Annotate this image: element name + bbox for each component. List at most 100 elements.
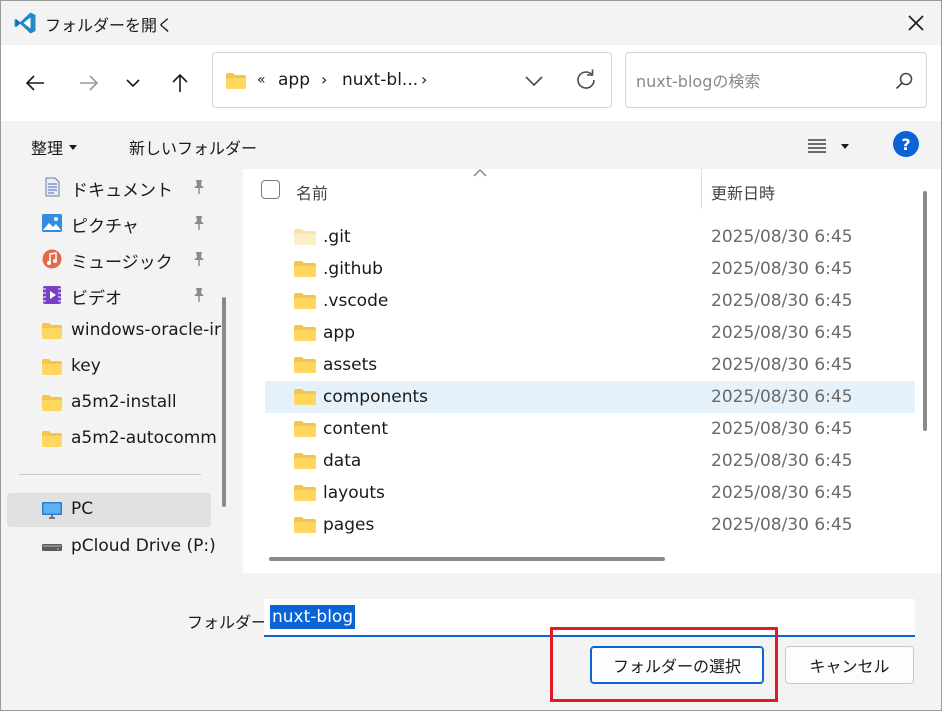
list-view-icon <box>808 139 826 153</box>
folder-icon <box>42 359 62 375</box>
sidebar-item-pcloud-drive[interactable]: pCloud Drive (P:) <box>7 530 216 564</box>
address-bar[interactable]: « app › nuxt-bl... › <box>212 52 612 108</box>
file-date: 2025/08/30 6:45 <box>711 451 853 471</box>
close-button[interactable] <box>891 1 941 45</box>
sidebar-item-a5m2-install[interactable]: a5m2-install <box>7 386 211 420</box>
arrow-up-icon <box>172 73 188 92</box>
sidebar-item-a5m2-autocomm[interactable]: a5m2-autocomm <box>7 422 217 456</box>
file-list-vertical-scrollbar[interactable] <box>923 191 927 431</box>
file-row-data[interactable]: data 2025/08/30 6:45 <box>265 445 915 477</box>
up-button[interactable] <box>160 65 200 101</box>
arrow-left-icon <box>25 75 44 91</box>
file-row-app[interactable]: app 2025/08/30 6:45 <box>265 317 915 349</box>
pictures-icon <box>42 214 62 232</box>
file-date: 2025/08/30 6:45 <box>711 387 853 407</box>
file-name: data <box>323 451 362 471</box>
new-folder-button[interactable]: 新しいフォルダー <box>129 135 257 159</box>
sidebar-scrollbar[interactable] <box>222 297 226 507</box>
pin-icon[interactable] <box>191 287 207 303</box>
folder-icon <box>294 293 316 309</box>
sidebar-item-label: ドキュメント <box>71 181 173 201</box>
search-icon[interactable] <box>894 71 914 91</box>
column-header-date[interactable]: 更新日時 <box>711 180 775 204</box>
file-date: 2025/08/30 6:45 <box>711 483 853 503</box>
caret-down-icon <box>841 143 849 149</box>
file-row-git[interactable]: .git 2025/08/30 6:45 <box>265 221 915 253</box>
sidebar-item-label: key <box>71 356 101 376</box>
file-name: pages <box>323 515 375 535</box>
file-row-vscode[interactable]: .vscode 2025/08/30 6:45 <box>265 285 915 317</box>
help-button[interactable]: ? <box>893 131 919 157</box>
address-overflow[interactable]: « <box>257 72 266 88</box>
pin-icon[interactable] <box>191 215 207 231</box>
folder-icon <box>226 73 246 89</box>
back-button[interactable] <box>15 65 55 101</box>
file-date: 2025/08/30 6:45 <box>711 227 853 247</box>
folder-name-value[interactable]: nuxt-blog <box>270 605 356 629</box>
caret-down-icon <box>69 144 78 150</box>
search-box[interactable] <box>625 52 927 108</box>
navigation-bar: « app › nuxt-bl... › <box>1 45 941 121</box>
select-folder-button[interactable]: フォルダーの選択 <box>590 646 764 684</box>
address-separator[interactable]: › <box>321 70 327 89</box>
sidebar-item-label: ミュージック <box>71 253 173 273</box>
file-list-horizontal-scrollbar[interactable] <box>269 557 665 561</box>
folder-name-input[interactable]: nuxt-blog <box>264 599 915 637</box>
sidebar-item-music[interactable]: ミュージック <box>7 242 211 276</box>
file-date: 2025/08/30 6:45 <box>711 355 853 375</box>
pin-icon[interactable] <box>191 251 207 267</box>
file-row-pages[interactable]: pages 2025/08/30 6:45 <box>265 509 915 541</box>
file-row-layouts[interactable]: layouts 2025/08/30 6:45 <box>265 477 915 509</box>
drive-icon <box>42 544 62 551</box>
organize-button[interactable]: 整理 <box>31 135 78 159</box>
folder-icon <box>42 431 62 447</box>
forward-button[interactable] <box>69 65 109 101</box>
refresh-icon[interactable] <box>573 67 599 93</box>
file-row-assets[interactable]: assets 2025/08/30 6:45 <box>265 349 915 381</box>
view-options-button[interactable] <box>807 134 857 158</box>
pin-icon[interactable] <box>191 179 207 195</box>
file-name: layouts <box>323 483 385 503</box>
file-row-content[interactable]: content 2025/08/30 6:45 <box>265 413 915 445</box>
dialog-footer: フォルダー: nuxt-blog フォルダーの選択 キャンセル <box>1 573 941 710</box>
close-icon <box>908 15 924 31</box>
column-separator[interactable] <box>701 169 702 209</box>
folder-icon <box>294 261 316 277</box>
address-separator[interactable]: › <box>421 70 427 89</box>
address-segment-app[interactable]: app <box>278 70 310 90</box>
column-header-row: 名前 更新日時 <box>243 169 915 209</box>
address-segment-nuxt-blog[interactable]: nuxt-bl... <box>342 70 418 90</box>
chevron-down-icon <box>126 79 140 88</box>
sidebar-item-pictures[interactable]: ピクチャ <box>7 206 211 240</box>
recent-locations-button[interactable] <box>113 65 153 101</box>
title-bar: フォルダーを開く <box>1 1 941 45</box>
file-name: components <box>323 387 429 407</box>
folder-icon <box>294 229 316 245</box>
folder-icon <box>294 421 316 437</box>
sidebar-item-videos[interactable]: ビデオ <box>7 278 211 312</box>
folder-icon <box>42 323 62 339</box>
column-header-name[interactable]: 名前 <box>296 180 328 204</box>
sidebar-item-windows-oracle[interactable]: windows-oracle-ir <box>7 314 221 348</box>
cancel-button[interactable]: キャンセル <box>785 646 914 684</box>
window-title: フォルダーを開く <box>45 16 174 35</box>
file-row-components[interactable]: components 2025/08/30 6:45 <box>265 381 915 413</box>
video-icon <box>43 286 61 304</box>
folder-icon <box>294 517 316 533</box>
folder-icon <box>42 395 62 411</box>
folder-icon <box>294 485 316 501</box>
sidebar-item-label: a5m2-install <box>71 392 177 412</box>
search-input[interactable] <box>636 68 886 94</box>
folder-open-dialog: フォルダーを開く « app › nuxt-bl... › nuxt-blogの… <box>0 0 942 711</box>
sidebar-item-documents[interactable]: ドキュメント <box>7 170 211 204</box>
music-icon <box>42 249 62 269</box>
select-all-checkbox[interactable] <box>261 180 280 199</box>
document-icon <box>45 177 60 197</box>
sidebar-item-key[interactable]: key <box>7 350 211 384</box>
file-row-github[interactable]: .github 2025/08/30 6:45 <box>265 253 915 285</box>
sidebar-item-label: pCloud Drive (P:) <box>71 536 216 556</box>
sidebar-item-pc[interactable]: PC <box>7 493 211 527</box>
chevron-down-icon[interactable] <box>523 71 545 91</box>
file-name: assets <box>323 355 378 375</box>
vscode-logo-icon <box>14 12 36 34</box>
